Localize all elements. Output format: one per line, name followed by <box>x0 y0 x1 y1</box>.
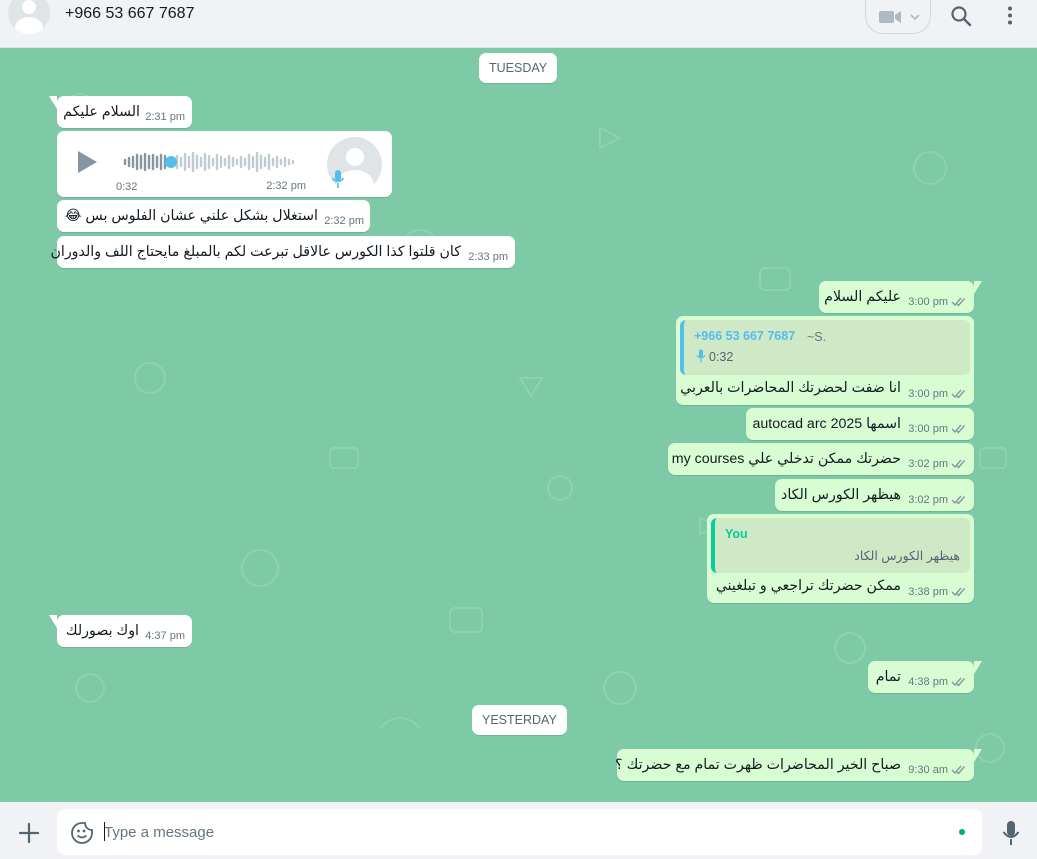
message-text: ممكن حضرتك تراجعي و تبلغيني <box>715 578 901 594</box>
message-time: 4:38 pm <box>908 676 948 688</box>
message-time: 3:00 pm <box>908 423 948 435</box>
message-input-box[interactable] <box>57 809 982 855</box>
menu-icon[interactable] <box>1002 5 1018 27</box>
message-time: 3:00 pm <box>908 388 948 400</box>
double-tick-icon <box>951 459 966 469</box>
message-outgoing[interactable]: اسمها autocad arc 2025 3:00 pm <box>746 408 974 440</box>
message-text: استغلال بشكل علني عشان الفلوس بس 😂 <box>64 208 318 224</box>
message-incoming[interactable]: السلام عليكم 2:31 pm <box>49 96 192 128</box>
message-text: اوك بصورلك <box>65 623 139 639</box>
mic-icon[interactable] <box>1001 820 1021 846</box>
message-time: 2:31 pm <box>145 111 185 123</box>
message-time: 2:32 pm <box>324 215 364 227</box>
message-time: 3:02 pm <box>908 458 948 470</box>
message-text: هيظهر الكورس الكاد <box>781 487 901 503</box>
message-outgoing[interactable]: عليكم السلام 3:00 pm <box>819 281 982 313</box>
message-time: 9:30 am <box>908 764 948 776</box>
message-text: انا ضفت لحضرتك المحاضرات بالعربي <box>680 380 901 396</box>
message-outgoing[interactable]: تمام 4:38 pm <box>868 661 982 693</box>
message-outgoing[interactable]: +966 53 667 7687 ~S. 0:32 انا ضفت لحضرتك… <box>676 316 974 405</box>
quote-author: +966 53 667 7687 <box>694 329 796 343</box>
status-dot <box>959 829 965 835</box>
plus-icon[interactable] <box>18 822 40 844</box>
quote-text: هيظهر الكورس الكاد <box>854 549 960 563</box>
text-caret <box>104 822 105 841</box>
double-tick-icon <box>951 424 966 434</box>
contact-avatar[interactable] <box>8 0 50 34</box>
message-text: حضرتك ممكن تدخلي علي my courses <box>671 451 901 467</box>
double-tick-icon <box>951 389 966 399</box>
message-time: 4:37 pm <box>145 630 185 642</box>
video-call-icon <box>879 11 901 23</box>
message-text: عليكم السلام <box>824 289 901 305</box>
voice-duration: 0:32 <box>116 181 138 193</box>
message-outgoing[interactable]: هيظهر الكورس الكاد 3:02 pm <box>775 479 974 511</box>
double-tick-icon <box>951 495 966 505</box>
mic-icon <box>696 349 706 363</box>
message-text: صباح الخير المحاضرات ظهرت تمام مع حضرتك … <box>615 757 901 773</box>
message-input[interactable] <box>104 821 944 843</box>
message-time: 2:32 pm <box>266 180 306 192</box>
quoted-message[interactable]: You هيظهر الكورس الكاد <box>711 518 970 573</box>
message-outgoing[interactable]: حضرتك ممكن تدخلي علي my courses 3:02 pm <box>668 443 974 475</box>
chat-header: +966 53 667 7687 <box>0 0 1037 48</box>
message-incoming[interactable]: كان قلتوا كذا الكورس عالاقل تبرعت لكم با… <box>50 236 515 268</box>
composer-bar <box>0 802 1037 859</box>
play-icon[interactable] <box>75 149 99 175</box>
message-incoming[interactable]: اوك بصورلك 4:37 pm <box>49 615 192 647</box>
video-call-button[interactable] <box>865 0 931 34</box>
double-tick-icon <box>951 297 966 307</box>
message-text: كان قلتوا كذا الكورس عالاقل تبرعت لكم با… <box>50 244 461 260</box>
contact-title[interactable]: +966 53 667 7687 <box>65 5 194 23</box>
double-tick-icon <box>951 677 966 687</box>
message-time: 3:38 pm <box>908 586 948 598</box>
quote-text: 0:32 <box>709 350 734 364</box>
search-icon[interactable] <box>950 5 972 27</box>
chevron-down-icon <box>910 14 920 21</box>
message-text: اسمها autocad arc 2025 <box>752 416 902 432</box>
message-time: 2:33 pm <box>468 251 508 263</box>
message-text: تمام <box>875 669 901 685</box>
waveform[interactable] <box>123 147 303 177</box>
mic-icon <box>331 170 345 188</box>
date-separator: TUESDAY <box>479 53 558 83</box>
double-tick-icon <box>951 765 966 775</box>
double-tick-icon <box>951 587 966 597</box>
conversation-panel[interactable]: TUESDAY السلام عليكم 2:31 pm 0:32 2:32 p… <box>0 48 1037 802</box>
voice-message[interactable]: 0:32 2:32 pm <box>57 131 392 197</box>
message-time: 3:00 pm <box>908 296 948 308</box>
emoji-icon[interactable] <box>70 821 94 845</box>
quote-author: You <box>725 527 748 541</box>
quote-name: ~S. <box>807 330 827 344</box>
date-separator: YESTERDAY <box>472 705 567 735</box>
message-text: السلام عليكم <box>63 104 140 120</box>
message-time: 3:02 pm <box>908 494 948 506</box>
quoted-message[interactable]: +966 53 667 7687 ~S. 0:32 <box>680 320 970 375</box>
message-outgoing[interactable]: You هيظهر الكورس الكاد ممكن حضرتك تراجعي… <box>707 514 974 603</box>
message-incoming[interactable]: استغلال بشكل علني عشان الفلوس بس 😂 2:32 … <box>57 200 370 232</box>
message-outgoing[interactable]: صباح الخير المحاضرات ظهرت تمام مع حضرتك … <box>615 749 982 781</box>
